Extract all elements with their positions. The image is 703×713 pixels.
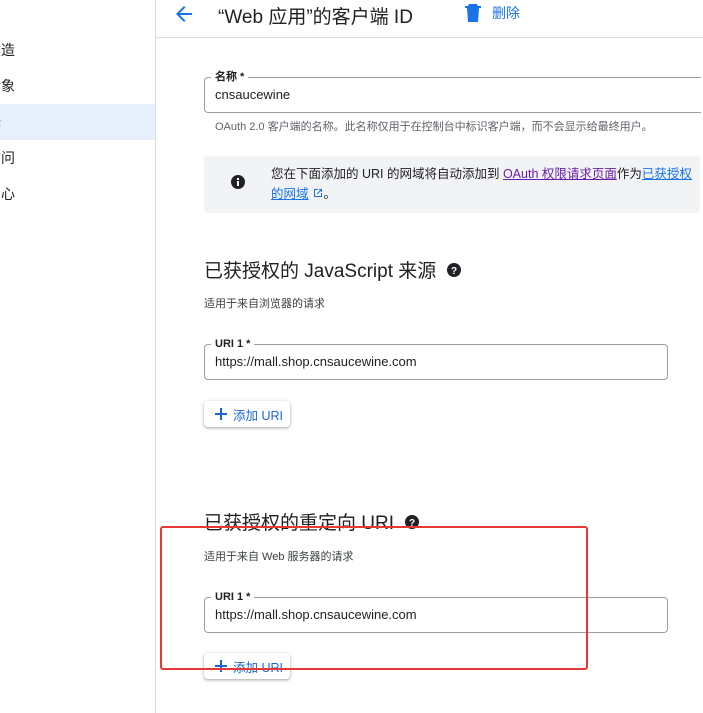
sidebar-item-label: 建造 — [0, 42, 15, 58]
info-text-part: 作为 — [616, 167, 642, 181]
name-field-hint: OAuth 2.0 客户端的名称。此名称仅用于在控制台中标识客户端，而不会显示给… — [215, 121, 653, 133]
sidebar-item-2[interactable]: 对象 — [0, 68, 155, 104]
js-origins-subtitle: 适用于来自浏览器的请求 — [204, 298, 325, 310]
add-redirect-uri-label: 添加 URI — [233, 660, 284, 675]
sidebar-item-clients-active[interactable]: 端 — [0, 104, 155, 140]
help-icon[interactable]: ? — [404, 514, 420, 530]
delete-button[interactable]: 删除 — [464, 2, 520, 24]
info-text-part: 您在下面添加的 URI 的网域将自动添加到 — [271, 167, 503, 181]
oauth-consent-link[interactable]: OAuth 权限请求页面 — [503, 167, 617, 181]
info-icon — [231, 175, 245, 189]
sidebar-item-1[interactable]: 建造 — [0, 32, 155, 68]
redirect-uris-subtitle: 适用于来自 Web 服务器的请求 — [204, 551, 354, 563]
add-js-origin-label: 添加 URI — [233, 408, 284, 423]
redirect-uri-value: https://mall.shop.cnsaucewine.com — [215, 607, 417, 622]
page-header: “Web 应用”的客户端 ID 删除 — [156, 0, 703, 38]
name-field[interactable]: 名称 * cnsaucewine — [204, 70, 701, 113]
add-js-origin-button[interactable]: 添加 URI — [204, 401, 290, 427]
svg-text:?: ? — [409, 518, 415, 529]
page-title: “Web 应用”的客户端 ID — [218, 7, 413, 28]
js-origin-uri-field[interactable]: URI 1 * https://mall.shop.cnsaucewine.co… — [204, 337, 668, 380]
js-origin-uri-value: https://mall.shop.cnsaucewine.com — [215, 354, 417, 369]
js-origins-title-text: 已获授权的 JavaScript 来源 — [204, 261, 437, 282]
arrow-back-icon — [176, 6, 192, 22]
add-redirect-uri-button[interactable]: 添加 URI — [204, 653, 290, 679]
plus-icon — [215, 660, 227, 672]
help-icon[interactable]: ? — [446, 262, 462, 278]
info-banner: 您在下面添加的 URI 的网域将自动添加到 OAuth 权限请求页面作为已获授权… — [204, 156, 700, 213]
redirect-uris-title: 已获授权的重定向 URI ? — [204, 508, 420, 535]
name-field-label: 名称 * — [211, 70, 249, 84]
info-text: 您在下面添加的 URI 的网域将自动添加到 OAuth 权限请求页面作为已获授权… — [271, 164, 695, 204]
js-origins-title: 已获授权的 JavaScript 来源 ? — [204, 256, 462, 283]
trash-icon — [465, 4, 481, 22]
redirect-uri-label: URI 1 * — [211, 590, 255, 604]
sidebar-item-label: 端 — [0, 114, 1, 130]
plus-icon — [215, 408, 227, 420]
external-link-icon — [313, 189, 322, 197]
name-field-value: cnsaucewine — [215, 87, 291, 102]
sidebar-item-label: 中心 — [0, 186, 15, 202]
sidebar-item-4[interactable]: 访问 — [0, 140, 155, 176]
sidebar-item-5[interactable]: 中心 — [0, 176, 155, 212]
back-button[interactable] — [172, 2, 196, 26]
js-origin-uri-label: URI 1 * — [211, 337, 255, 351]
svg-text:?: ? — [451, 266, 457, 277]
sidebar-item-label: 访问 — [0, 150, 15, 166]
left-nav-sidebar: 建造 对象 端 访问 中心 — [0, 0, 156, 713]
redirect-uris-title-text: 已获授权的重定向 URI — [204, 513, 395, 534]
info-text-part: 。 — [323, 187, 337, 201]
redirect-uri-field[interactable]: URI 1 * https://mall.shop.cnsaucewine.co… — [204, 590, 668, 633]
delete-label: 删除 — [492, 5, 520, 21]
sidebar-item-label: 对象 — [0, 78, 15, 94]
